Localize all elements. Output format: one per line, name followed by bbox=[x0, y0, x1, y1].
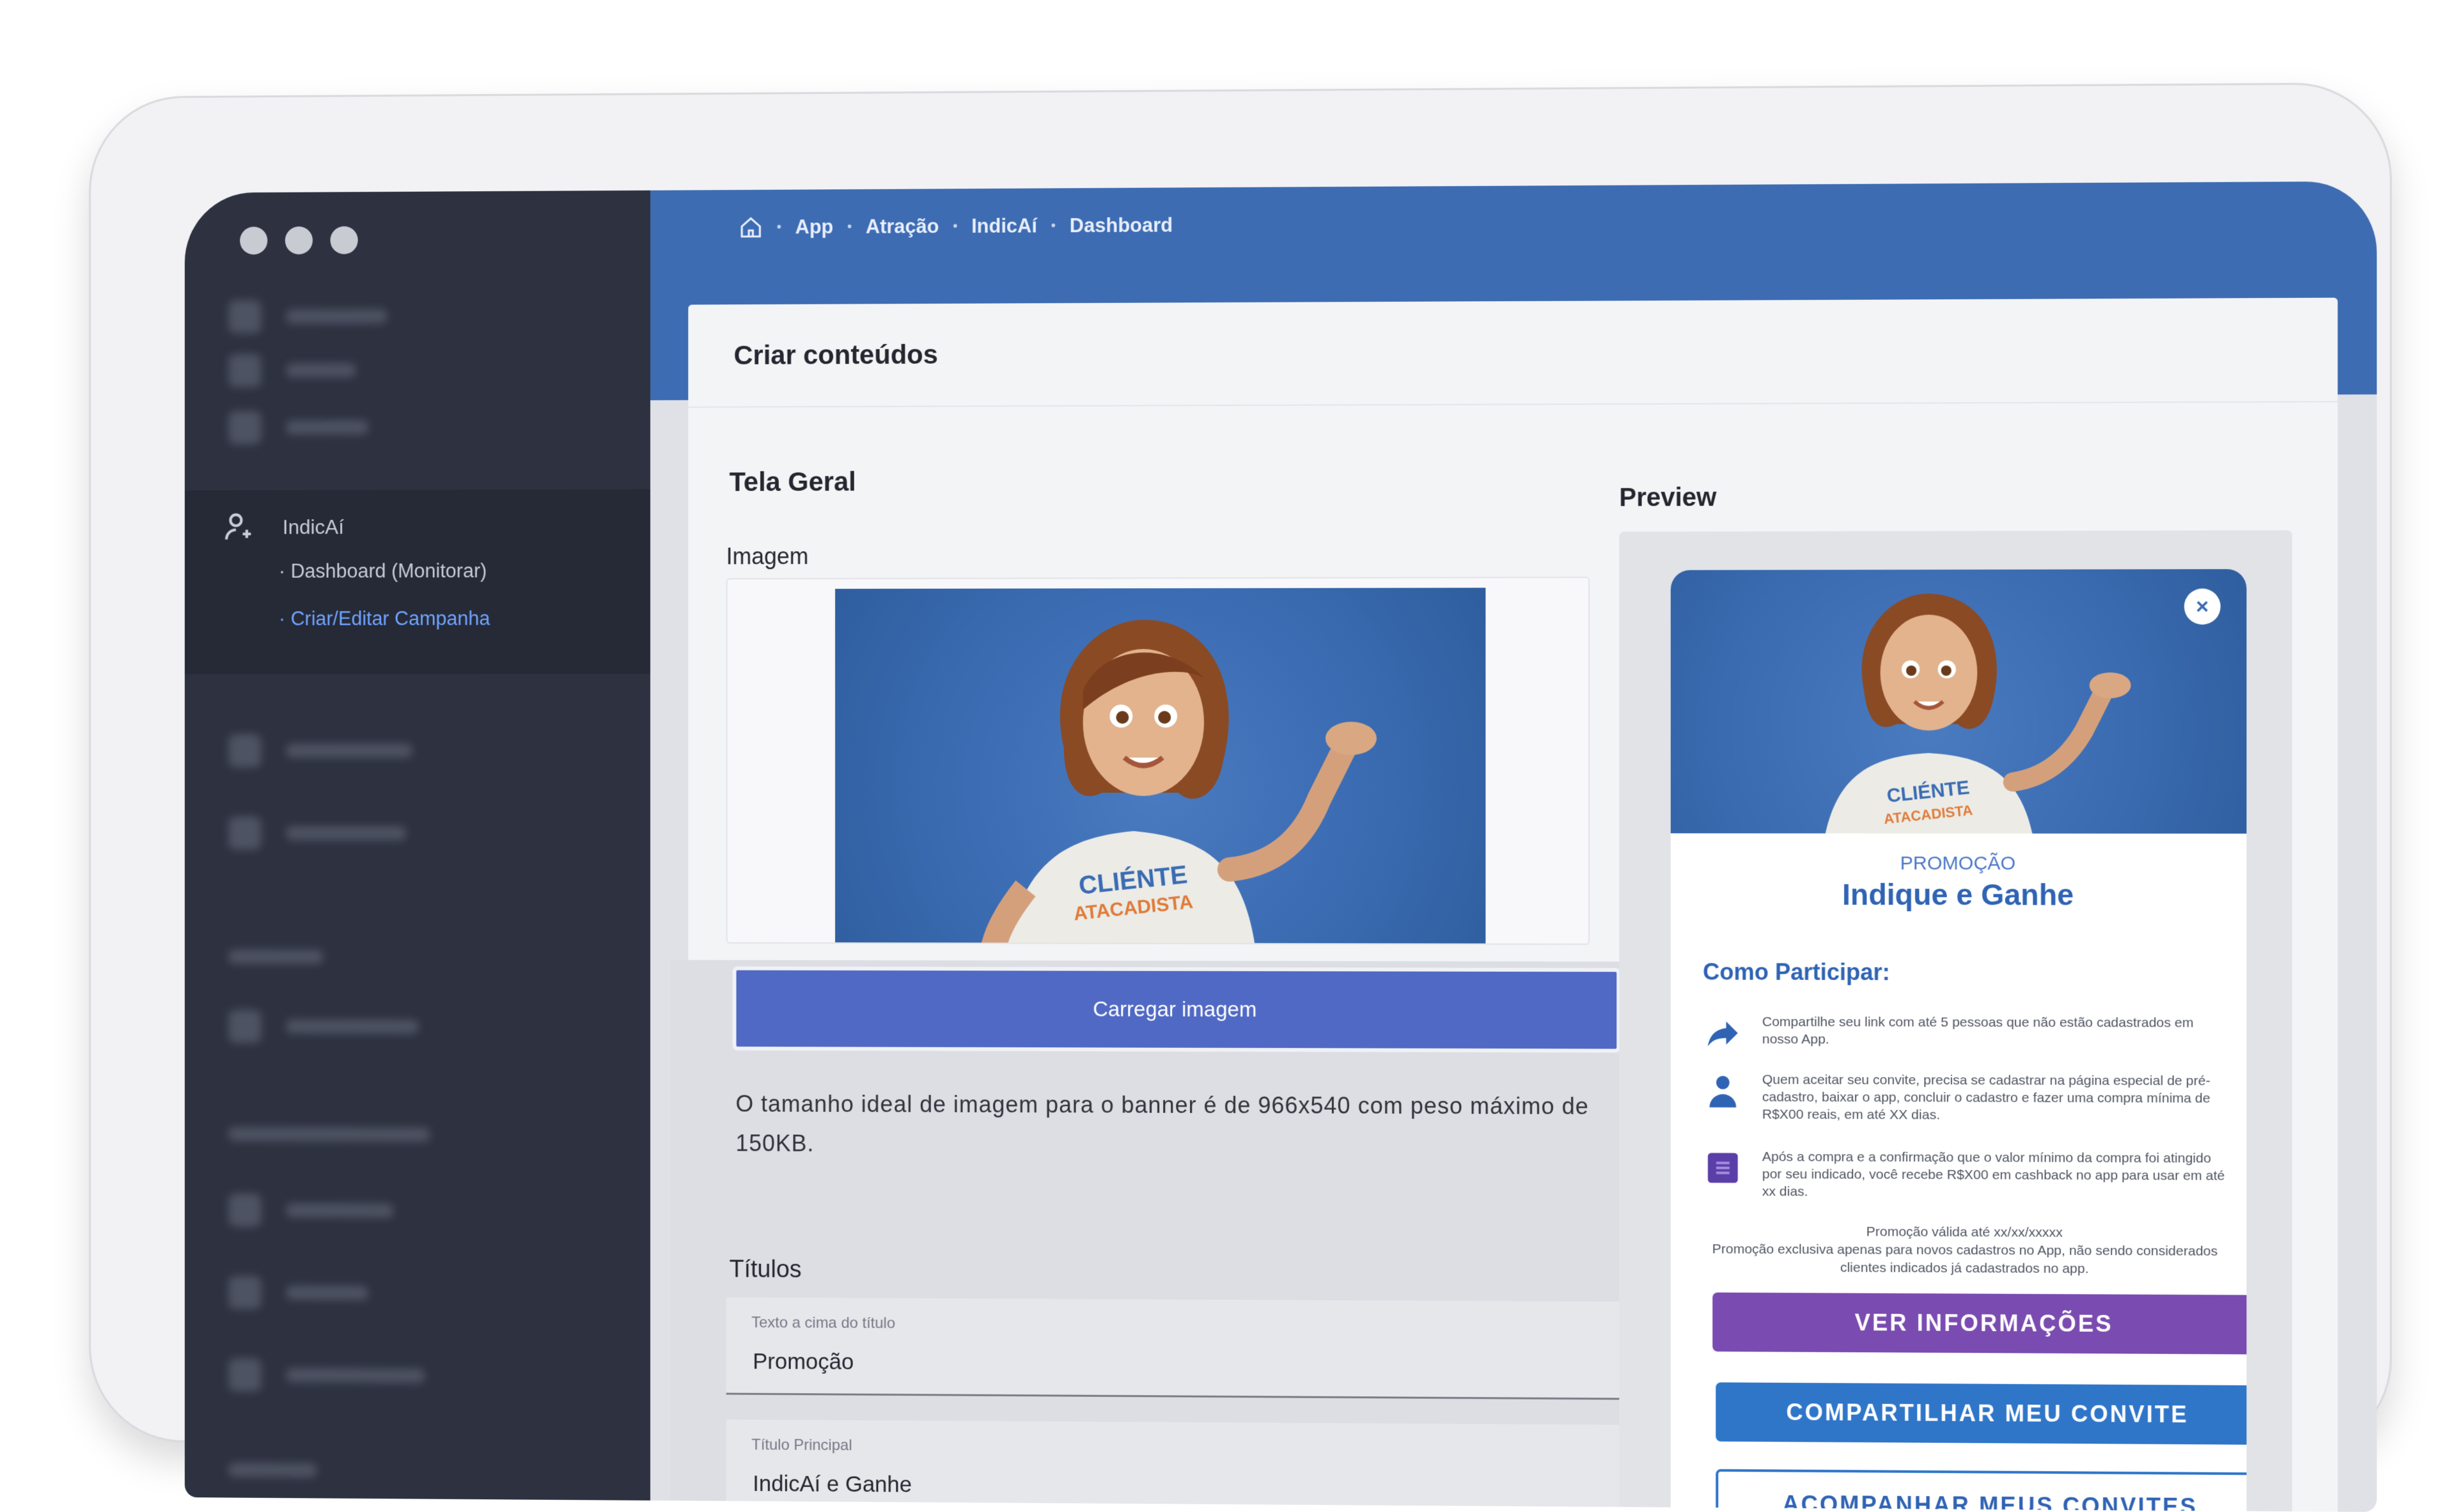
preview-banner-image: CLIÉNTE ATACADISTA × bbox=[1670, 569, 2247, 834]
main-content: • App • Atração • IndicAí • Dashboard Cr… bbox=[650, 181, 2377, 1512]
person-icon bbox=[1709, 1075, 1737, 1108]
sidebar-blurred-item[interactable] bbox=[228, 1193, 393, 1228]
section-title-tela-geral: Tela Geral bbox=[729, 466, 856, 497]
ver-informacoes-button[interactable]: VER INFORMAÇÕES bbox=[1712, 1292, 2247, 1355]
sidebar-section-label: IndicAí bbox=[282, 515, 344, 538]
field-label: Título Principal bbox=[751, 1436, 852, 1454]
image-label: Imagem bbox=[726, 543, 809, 570]
compartilhar-convite-button[interactable]: COMPARTILHAR MEU CONVITE bbox=[1716, 1382, 2247, 1445]
preview-note-validity: Promoção válida até xx/xx/xxxxx bbox=[1866, 1224, 2063, 1240]
mascot-illustration: CLIÉNTE ATACADISTA bbox=[1825, 593, 2247, 834]
device-frame: IndicAí · Dashboard (Monitorar) · Criar/… bbox=[89, 82, 2392, 1512]
preview-note-terms: Promoção exclusiva apenas para novos cad… bbox=[1712, 1242, 2218, 1277]
breadcrumb-item-atracao[interactable]: Atração bbox=[866, 215, 939, 238]
field-label: Texto a cima do título bbox=[751, 1314, 896, 1332]
sidebar: IndicAí · Dashboard (Monitorar) · Criar/… bbox=[184, 190, 651, 1500]
eyebrow-text-input[interactable] bbox=[751, 1348, 1584, 1380]
preview-step: Compartilhe seu link com até 5 pessoas q… bbox=[1703, 1013, 2233, 1054]
sidebar-section-indicai: IndicAí · Dashboard (Monitorar) · Criar/… bbox=[184, 489, 651, 674]
eyebrow-text-field[interactable]: Texto a cima do título bbox=[726, 1297, 1620, 1400]
card-title: Criar conteúdos bbox=[688, 297, 2338, 408]
close-icon[interactable]: × bbox=[2184, 588, 2221, 625]
preview-panel: CLIÉNTE ATACADISTA × PROMOÇÃO Indique e … bbox=[1619, 530, 2292, 1512]
sidebar-blurred-heading bbox=[228, 1453, 317, 1486]
acompanhar-convites-button[interactable]: ACOMPANHAR MEUS CONVITES bbox=[1716, 1469, 2247, 1512]
titles-label: Títulos bbox=[729, 1256, 802, 1283]
breadcrumb-item-dashboard[interactable]: Dashboard bbox=[1070, 214, 1173, 237]
app-window: IndicAí · Dashboard (Monitorar) · Criar/… bbox=[184, 181, 2377, 1512]
breadcrumb-separator: • bbox=[847, 219, 852, 234]
image-dropzone[interactable]: CLIÉNTE ATACADISTA bbox=[726, 577, 1590, 945]
share-arrow-icon bbox=[1707, 1021, 1738, 1047]
upload-image-button[interactable]: Carregar imagem bbox=[732, 966, 1621, 1053]
preview-note: Promoção válida até xx/xx/xxxxx Promoção… bbox=[1709, 1222, 2221, 1279]
sidebar-blurred-item[interactable] bbox=[228, 1358, 425, 1392]
sidebar-item-criar-campanha[interactable]: · Criar/Editar Campanha bbox=[279, 607, 490, 630]
main-title-input[interactable] bbox=[751, 1470, 1584, 1503]
preview-title: Preview bbox=[1619, 483, 1717, 512]
breadcrumb-item-indicai[interactable]: IndicAí bbox=[971, 215, 1037, 238]
preview-how-title: Como Participar: bbox=[1703, 958, 1890, 986]
breadcrumb: • App • Atração • IndicAí • Dashboard bbox=[739, 213, 1173, 239]
mascot-illustration: CLIÉNTE ATACADISTA bbox=[835, 620, 1485, 945]
sidebar-item-dashboard[interactable]: · Dashboard (Monitorar) bbox=[279, 559, 487, 582]
breadcrumb-item-app[interactable]: App bbox=[795, 215, 834, 238]
image-size-hint: O tamanho ideal de imagem para o banner … bbox=[735, 1090, 1589, 1157]
add-user-icon bbox=[223, 511, 255, 544]
window-maximize-dot[interactable] bbox=[330, 226, 358, 254]
window-controls bbox=[240, 226, 358, 255]
banner-image: CLIÉNTE ATACADISTA bbox=[835, 588, 1486, 945]
sidebar-blurred-item[interactable] bbox=[228, 1275, 368, 1310]
content-card: Criar conteúdos Tela Geral Imagem CLIÉNT… bbox=[670, 297, 2338, 1512]
preview-step: Após a compra e a confirmação que o valo… bbox=[1703, 1148, 2233, 1203]
breadcrumb-separator: • bbox=[1051, 218, 1056, 233]
window-minimize-dot[interactable] bbox=[285, 226, 313, 254]
sidebar-item-indicai[interactable]: IndicAí bbox=[223, 510, 344, 543]
sidebar-blurred-item[interactable] bbox=[228, 354, 356, 387]
preview-title-text: Indique e Ganhe bbox=[1842, 877, 2074, 912]
sidebar-blurred-item[interactable] bbox=[228, 410, 368, 444]
phone-preview: CLIÉNTE ATACADISTA × PROMOÇÃO Indique e … bbox=[1670, 569, 2247, 1512]
window-close-dot[interactable] bbox=[240, 226, 268, 255]
sidebar-blurred-item[interactable] bbox=[228, 734, 412, 768]
como-participar-label: Como Participar bbox=[726, 1497, 890, 1512]
breadcrumb-separator: • bbox=[776, 220, 781, 234]
preview-eyebrow: PROMOÇÃO bbox=[1900, 852, 2016, 875]
sidebar-blurred-item[interactable] bbox=[228, 816, 406, 850]
money-icon bbox=[1707, 1153, 1738, 1183]
home-icon[interactable] bbox=[739, 215, 763, 240]
sidebar-blurred-heading bbox=[228, 1118, 430, 1151]
sidebar-blurred-heading bbox=[228, 940, 323, 974]
sidebar-blurred-item[interactable] bbox=[228, 1009, 419, 1043]
sidebar-blurred-item[interactable] bbox=[228, 300, 387, 334]
preview-step: Quem aceitar seu convite, precisa se cad… bbox=[1703, 1071, 2233, 1125]
breadcrumb-separator: • bbox=[953, 219, 958, 233]
